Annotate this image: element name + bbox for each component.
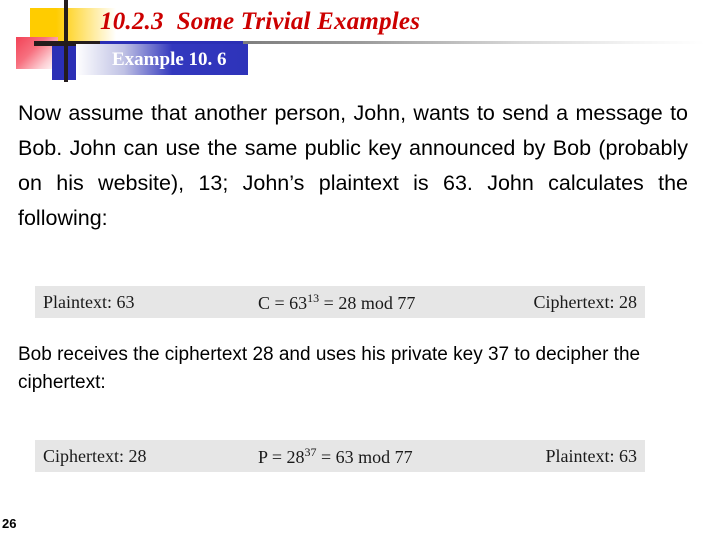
formula-box-encryption: Plaintext: 63 C = 6313 = 28 mod 77 Ciphe… [35,286,645,318]
page-title: 10.2.3 Some Trivial Examples [100,8,421,35]
body-paragraph-1: Now assume that another person, John, wa… [18,101,688,230]
formula-right-ciphertext: Ciphertext: 28 [533,291,637,312]
example-banner-label: Example 10. 6 [112,48,227,70]
formula-left-ciphertext: Ciphertext: 28 [43,445,147,466]
formula-expr-exponent: 37 [304,444,317,459]
formula-expr-exponent: 13 [307,290,320,305]
formula-box-decryption: Ciphertext: 28 P = 2837 = 63 mod 77 Plai… [35,440,645,472]
formula-expr-suffix: = 28 mod 77 [319,292,416,313]
title-underline-gray [243,41,705,44]
formula-right-plaintext: Plaintext: 63 [545,445,638,466]
formula-expr-suffix: = 63 mod 77 [316,446,413,467]
formula-expression-encryption: C = 6313 = 28 mod 77 [258,291,488,314]
example-banner: Example 10. 6 [76,44,248,75]
page-number: 26 [2,516,17,531]
formula-expression-decryption: P = 2837 = 63 mod 77 [258,445,488,468]
formula-left-plaintext: Plaintext: 63 [43,291,135,312]
body-paragraph-2: Bob receives the ciphertext 28 and uses … [18,344,641,393]
formula-expr-prefix: C = 63 [258,292,308,313]
formula-expr-prefix: P = 28 [258,446,305,467]
